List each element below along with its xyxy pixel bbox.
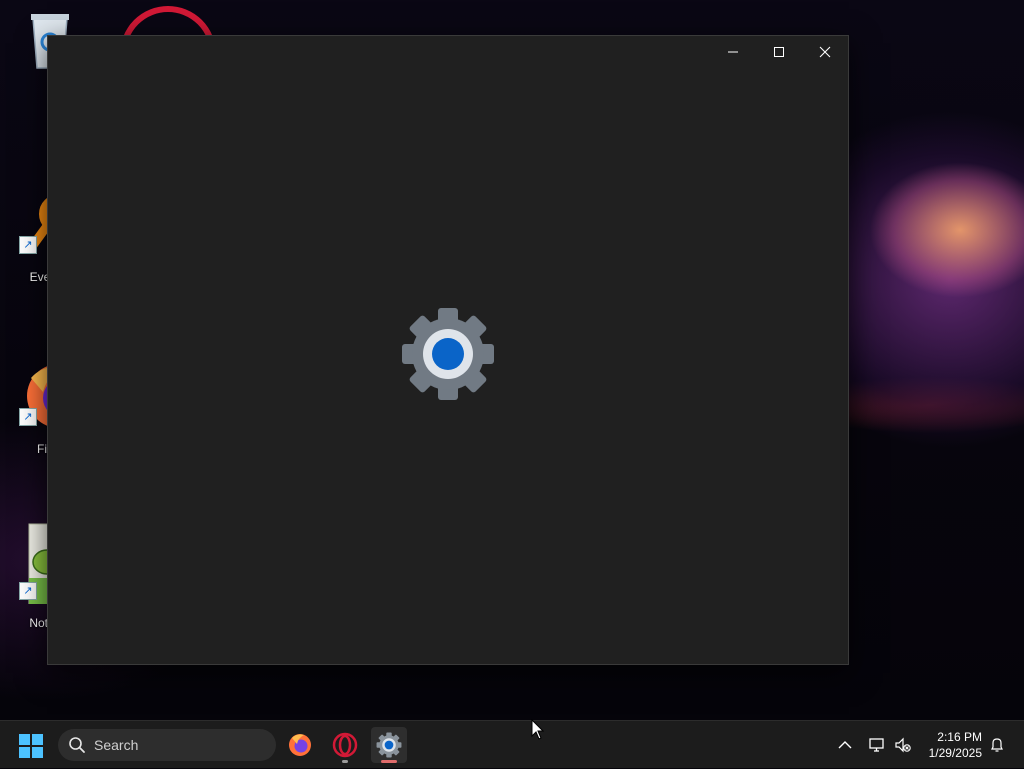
mouse-cursor-icon xyxy=(531,719,545,740)
close-icon xyxy=(819,46,831,58)
clock[interactable]: 2:16 PM 1/29/2025 xyxy=(929,729,982,761)
volume-button[interactable] xyxy=(890,721,916,769)
minimize-icon xyxy=(728,51,738,53)
shortcut-arrow-icon: ↗ xyxy=(19,236,37,254)
network-icon xyxy=(869,738,884,752)
shortcut-arrow-icon: ↗ xyxy=(19,408,37,426)
minimize-button[interactable] xyxy=(710,36,756,68)
settings-gear-icon xyxy=(376,732,402,758)
opera-icon xyxy=(332,732,358,758)
chevron-up-icon xyxy=(838,741,852,749)
settings-window[interactable] xyxy=(47,35,849,665)
taskbar-app-settings[interactable] xyxy=(371,727,407,763)
window-controls xyxy=(710,36,848,68)
settings-gear-icon xyxy=(400,306,496,402)
volume-muted-icon xyxy=(895,737,911,753)
clock-date: 1/29/2025 xyxy=(928,746,982,760)
clock-time: 2:16 PM xyxy=(937,730,982,744)
running-indicator xyxy=(342,760,348,763)
search-placeholder: Search xyxy=(94,737,139,753)
search-icon xyxy=(69,737,85,753)
maximize-icon xyxy=(774,47,784,57)
bell-icon xyxy=(991,738,1003,752)
shortcut-arrow-icon: ↗ xyxy=(19,582,37,600)
close-button[interactable] xyxy=(802,36,848,68)
maximize-button[interactable] xyxy=(756,36,802,68)
taskbar: Search 2:16 PM 1/29/2025 xyxy=(0,720,1024,768)
show-hidden-icons-button[interactable] xyxy=(832,721,858,769)
start-button[interactable] xyxy=(18,733,44,759)
taskbar-app-opera[interactable] xyxy=(327,727,363,763)
active-indicator xyxy=(381,760,397,763)
windows-start-icon xyxy=(19,734,43,758)
network-button[interactable] xyxy=(864,721,890,769)
taskbar-app-firefox[interactable] xyxy=(282,727,318,763)
firefox-icon xyxy=(289,734,311,756)
notifications-button[interactable] xyxy=(984,721,1010,769)
search-box[interactable]: Search xyxy=(58,729,276,761)
